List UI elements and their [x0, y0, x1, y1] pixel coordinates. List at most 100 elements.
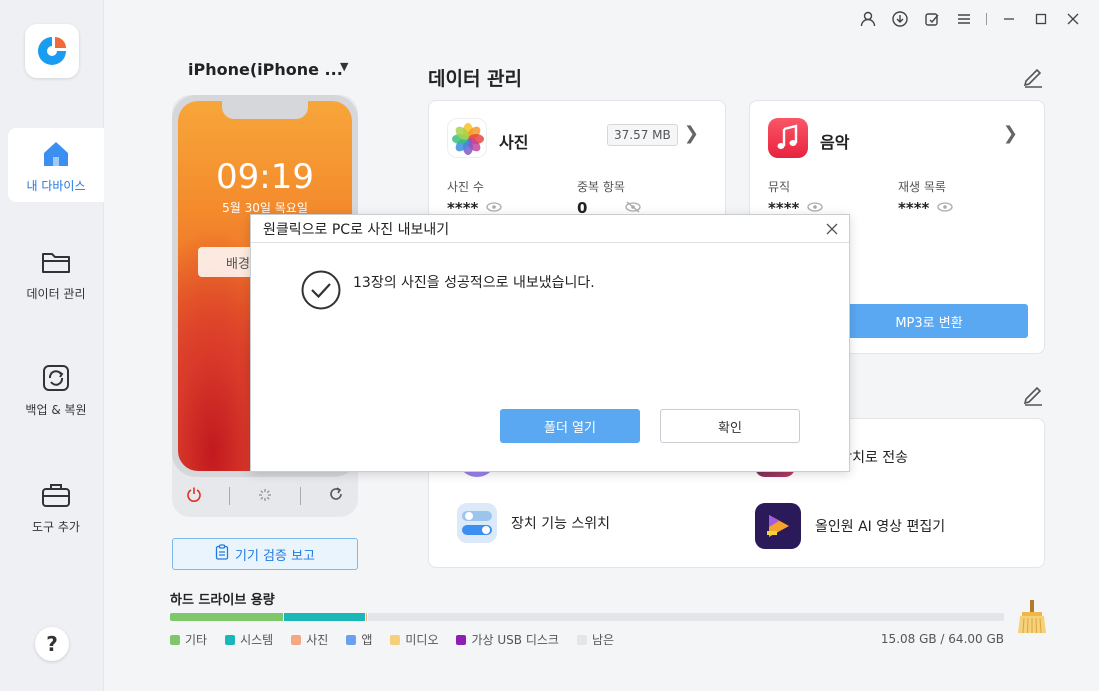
playlist-text: ****	[898, 199, 930, 217]
playlist-label: 재생 목록	[898, 180, 946, 194]
playlist-value: ****	[898, 199, 954, 217]
music-label: 뮤직	[768, 180, 791, 194]
legend-label: 미디오	[405, 633, 439, 647]
edit-icon[interactable]	[1022, 66, 1044, 92]
sidebar-item-label: 백업 & 복원	[25, 402, 87, 417]
photo-count-label: 사진 수	[447, 180, 484, 194]
help-icon: ?	[46, 632, 58, 656]
storage-segment-2	[365, 613, 368, 621]
legend-item: 기타	[170, 631, 207, 648]
legend-item: 가상 USB 디스크	[456, 631, 559, 648]
titlebar-separator	[986, 13, 987, 25]
sidebar-item-label: 내 다바이스	[26, 178, 86, 193]
actions-separator	[229, 487, 231, 505]
device-report-label: 기기 검증 보고	[234, 548, 316, 564]
duplicate-label: 중복 항목	[577, 180, 625, 194]
tool-ai-video-editor[interactable]: 올인원 AI 영상 편집기	[755, 503, 945, 549]
sidebar: 내 다바이스 데이터 관리 백업 & 복원 도구 추가 ?	[0, 0, 104, 691]
feedback-icon[interactable]	[916, 6, 948, 32]
chevron-right-icon[interactable]: ❯	[1003, 123, 1018, 144]
app-logo	[25, 24, 79, 78]
home-icon	[39, 137, 73, 171]
tool-device-switch[interactable]: 장치 기능 스위치	[457, 503, 610, 543]
open-folder-button[interactable]: 폴더 열기	[500, 409, 640, 443]
device-name[interactable]: iPhone(iPhone ...	[188, 60, 343, 79]
legend-swatch	[170, 634, 180, 645]
maximize-icon[interactable]	[1025, 6, 1057, 32]
loading-icon[interactable]	[258, 487, 272, 506]
dialog-message: 13장의 사진을 성공적으로 내보냈습니다.	[353, 275, 595, 291]
chevron-right-icon[interactable]: ❯	[684, 123, 699, 144]
photo-card-title: 사진	[499, 133, 529, 152]
legend-label: 앱	[361, 633, 373, 647]
legend-label: 사진	[306, 633, 329, 647]
device-report-button[interactable]: 기기 검증 보고	[172, 538, 358, 570]
legend-label: 기타	[185, 633, 208, 647]
legend-item: 앱	[346, 631, 372, 648]
sidebar-item-label: 데이터 관리	[26, 286, 86, 301]
legend-item: 사진	[291, 631, 328, 648]
legend-item: 시스템	[225, 631, 273, 648]
power-icon[interactable]	[186, 486, 202, 506]
dialog-close-icon[interactable]	[821, 218, 843, 240]
tool-switch-label: 장치 기능 스위치	[511, 516, 611, 532]
actions-separator	[299, 487, 301, 505]
phone-clock: 09:19	[216, 157, 314, 197]
app-logo-icon	[38, 37, 66, 65]
sidebar-item-backup-restore[interactable]: 백업 & 복원	[8, 352, 104, 426]
help-button[interactable]: ?	[35, 627, 69, 661]
storage-segment-1	[284, 613, 366, 621]
legend-label: 남은	[591, 633, 615, 647]
clipboard-icon	[215, 544, 229, 564]
export-success-dialog: 원클릭으로 PC로 사진 내보내기 13장의 사진을 성공적으로 내보냈습니다.…	[250, 214, 850, 472]
music-card-title: 음악	[820, 133, 850, 152]
legend-swatch	[390, 634, 401, 645]
eye-icon[interactable]	[486, 201, 503, 215]
storage-legend: 기타 시스템 사진 앱 미디오 가상 USB 디스크 남은	[170, 631, 614, 648]
legend-label: 시스템	[240, 633, 274, 647]
eye-icon[interactable]	[807, 201, 824, 215]
menu-icon[interactable]	[948, 6, 980, 32]
legend-swatch	[346, 634, 357, 645]
sidebar-item-add-tools[interactable]: 도구 추가	[8, 469, 104, 543]
storage-title: 하드 드라이브 용량	[170, 593, 275, 608]
folder-icon	[39, 245, 73, 279]
photos-app-icon	[447, 118, 487, 158]
convert-mp3-button[interactable]: MP3로 변환	[830, 304, 1028, 338]
phone-notch	[222, 101, 308, 119]
phone-actions	[172, 481, 358, 511]
edit-icon[interactable]	[1022, 384, 1044, 410]
storage-size: 15.08 GB / 64.00 GB	[880, 632, 1004, 646]
photo-size-badge: 37.57 MB	[607, 124, 678, 146]
success-check-icon	[301, 270, 341, 310]
sidebar-item-data-management[interactable]: 데이터 관리	[8, 236, 104, 310]
backup-icon	[39, 361, 73, 395]
confirm-button[interactable]: 확인	[660, 409, 800, 443]
refresh-icon[interactable]	[328, 486, 344, 506]
download-icon[interactable]	[884, 6, 916, 32]
legend-swatch	[576, 634, 587, 645]
video-editor-icon	[755, 503, 801, 549]
legend-item: 남은	[576, 631, 615, 648]
legend-item: 미디오	[390, 631, 438, 648]
chevron-down-icon[interactable]: ▼	[340, 60, 348, 73]
eye-icon[interactable]	[937, 201, 954, 215]
dialog-title: 원클릭으로 PC로 사진 내보내기	[251, 215, 849, 243]
data-management-title: 데이터 관리	[428, 68, 523, 90]
sidebar-item-my-device[interactable]: 내 다바이스	[8, 128, 104, 202]
sidebar-item-label: 도구 추가	[32, 519, 80, 534]
legend-label: 가상 USB 디스크	[471, 633, 559, 647]
tool-video-label: 올인원 AI 영상 편집기	[815, 519, 946, 535]
music-app-icon	[768, 118, 808, 158]
legend-swatch	[225, 634, 236, 645]
broom-icon[interactable]	[1016, 600, 1048, 634]
user-icon[interactable]	[852, 6, 884, 32]
close-icon[interactable]	[1057, 6, 1089, 32]
storage-bar	[170, 613, 1004, 621]
legend-swatch	[291, 634, 302, 645]
minimize-icon[interactable]	[993, 6, 1025, 32]
storage-segment-0	[170, 613, 285, 621]
legend-swatch	[456, 634, 467, 645]
toggle-switch-icon	[457, 503, 497, 543]
toolbox-icon	[39, 478, 73, 512]
